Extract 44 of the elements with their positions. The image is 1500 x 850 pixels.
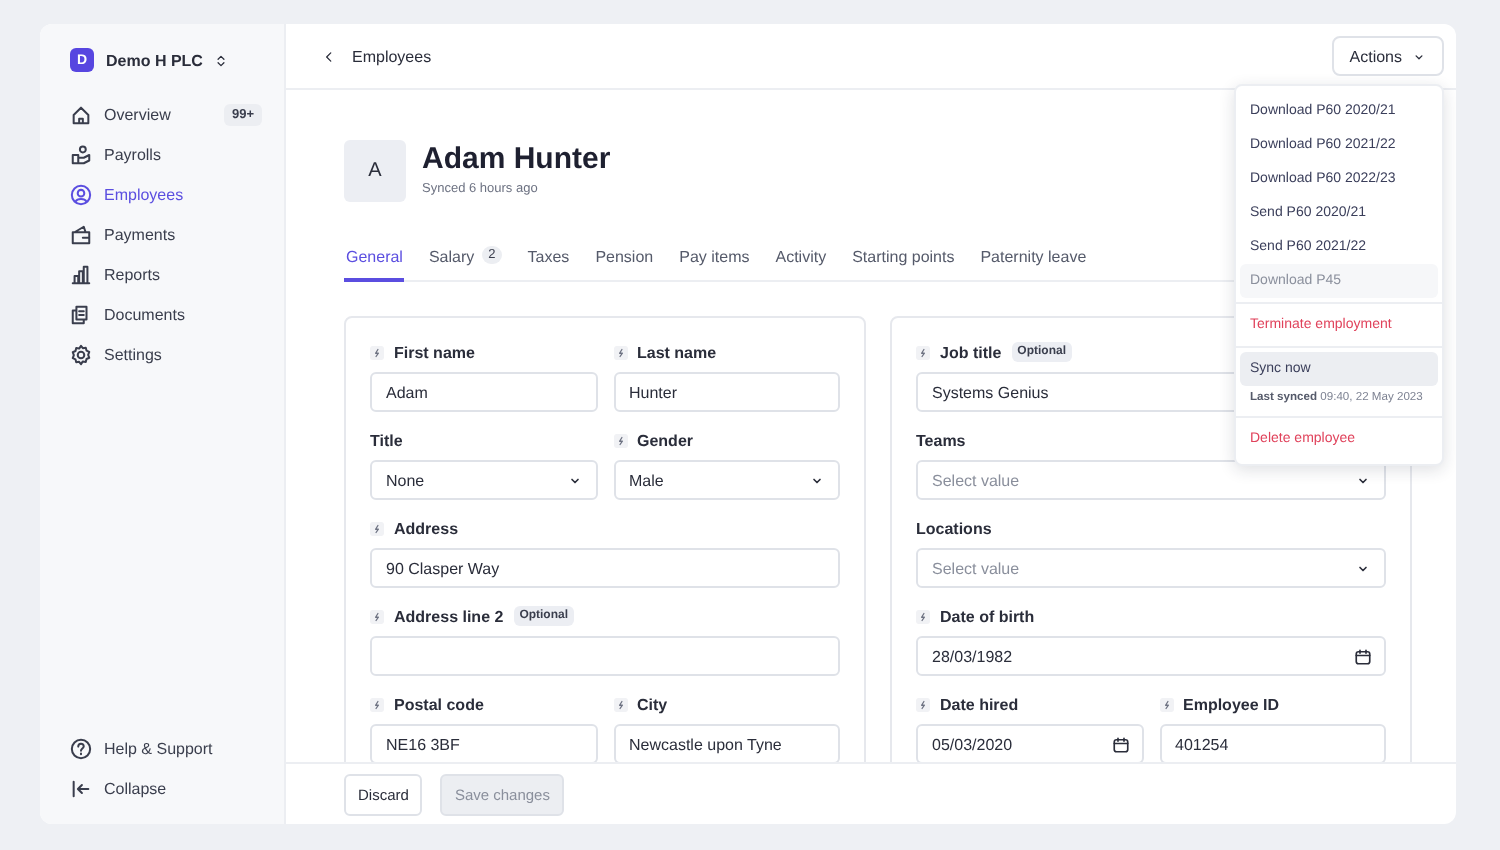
tab[interactable]: General bbox=[344, 248, 405, 282]
nav-item[interactable]: Settings bbox=[70, 334, 262, 374]
tab[interactable]: Pension bbox=[593, 248, 656, 282]
field-label: Gender bbox=[637, 431, 694, 449]
text-field[interactable]: Hunter bbox=[613, 372, 840, 412]
date-field[interactable]: 28/03/1982 bbox=[916, 636, 1386, 676]
avatar: A bbox=[344, 140, 406, 202]
actions-button[interactable]: Actions bbox=[1331, 36, 1444, 76]
field-label: Postal code bbox=[394, 695, 484, 713]
text-field[interactable]: Adam bbox=[370, 372, 597, 412]
text-field[interactable]: Newcastle upon Tyne bbox=[613, 724, 840, 762]
select-field[interactable]: None bbox=[370, 460, 597, 500]
tab[interactable]: Starting points bbox=[850, 248, 957, 282]
date-field[interactable]: 05/03/2020 bbox=[916, 724, 1143, 762]
field-label: Date of birth bbox=[940, 607, 1035, 625]
text-field[interactable]: NE16 3BF bbox=[370, 724, 597, 762]
nav-item[interactable]: Documents bbox=[70, 294, 262, 334]
company-name[interactable]: Demo H PLC bbox=[106, 51, 203, 69]
tab[interactable]: Activity bbox=[773, 248, 829, 282]
nav-item[interactable]: Reports bbox=[70, 254, 262, 294]
text-field[interactable]: 401254 bbox=[1159, 724, 1386, 762]
tab[interactable]: Taxes bbox=[525, 248, 572, 282]
select-field[interactable]: Male bbox=[613, 460, 840, 500]
field-label: Title bbox=[370, 431, 403, 449]
tab[interactable]: Pay items bbox=[677, 248, 752, 282]
back-link[interactable]: Employees bbox=[322, 47, 432, 65]
field-label: Employee ID bbox=[1183, 695, 1280, 713]
field-label: Locations bbox=[916, 519, 992, 537]
nav-item[interactable]: Employees bbox=[70, 174, 262, 214]
field-label: Address bbox=[394, 519, 459, 537]
field-label: Job title bbox=[940, 343, 1002, 361]
field-label: First name bbox=[394, 343, 475, 361]
field-label: City bbox=[637, 695, 668, 713]
text-field[interactable]: 90 Clasper Way bbox=[370, 548, 840, 588]
nav-item[interactable]: Payments bbox=[70, 214, 262, 254]
field-label: Teams bbox=[916, 431, 966, 449]
employee-name: Adam Hunter bbox=[422, 142, 611, 176]
field-label: Date hired bbox=[940, 695, 1019, 713]
nav-item[interactable]: Collapse bbox=[70, 768, 262, 808]
tab[interactable]: Paternity leave bbox=[978, 248, 1089, 282]
nav-item[interactable]: Payrolls bbox=[70, 134, 262, 174]
nav-item[interactable]: Help & Support bbox=[70, 728, 262, 768]
field-label: Address line 2 bbox=[394, 607, 504, 625]
field-label: Last name bbox=[637, 343, 717, 361]
